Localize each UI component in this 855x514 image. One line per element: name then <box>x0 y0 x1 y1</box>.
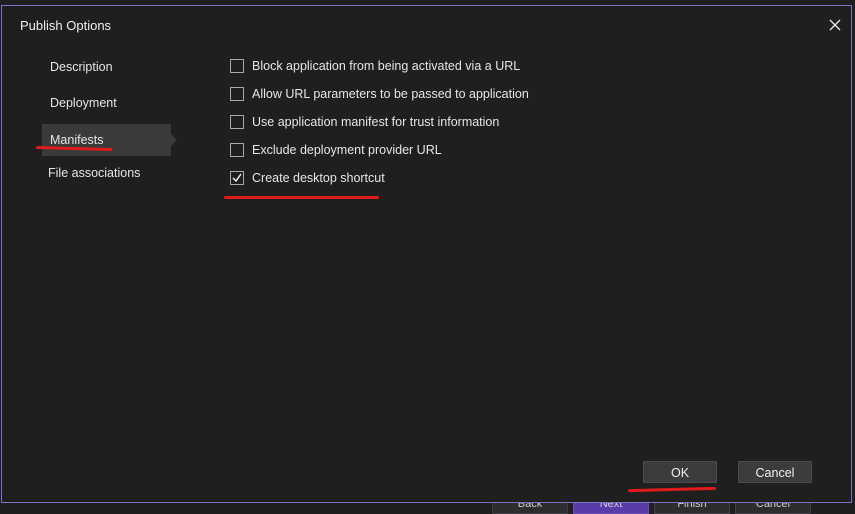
nav-item-file-associations[interactable]: File associations <box>40 157 169 189</box>
publish-options-dialog: Publish Options Description Deployment M… <box>1 5 852 503</box>
checkmark-icon <box>232 173 242 183</box>
nav-item-label: File associations <box>48 166 141 180</box>
option-use-application-manifest[interactable]: Use application manifest for trust infor… <box>230 113 499 131</box>
option-create-desktop-shortcut[interactable]: Create desktop shortcut <box>230 169 385 187</box>
checkbox[interactable] <box>230 171 244 185</box>
option-label: Allow URL parameters to be passed to app… <box>252 87 529 101</box>
checkbox[interactable] <box>230 59 244 73</box>
option-exclude-deployment-provider-url[interactable]: Exclude deployment provider URL <box>230 141 442 159</box>
option-label: Exclude deployment provider URL <box>252 143 442 157</box>
checkbox[interactable] <box>230 87 244 101</box>
annotation-underline-ok <box>627 486 717 493</box>
close-icon <box>829 19 841 31</box>
nav-item-label: Description <box>50 60 113 74</box>
annotation-underline-desktop-shortcut <box>224 196 379 199</box>
nav-item-label: Manifests <box>50 133 104 147</box>
close-button[interactable] <box>825 15 845 35</box>
option-allow-url-parameters[interactable]: Allow URL parameters to be passed to app… <box>230 85 529 103</box>
cancel-button[interactable]: Cancel <box>738 461 812 483</box>
ok-button[interactable]: OK <box>643 461 717 483</box>
checkbox[interactable] <box>230 115 244 129</box>
option-block-url-activation[interactable]: Block application from being activated v… <box>230 57 520 75</box>
option-label: Block application from being activated v… <box>252 59 521 73</box>
option-label: Use application manifest for trust infor… <box>252 115 500 129</box>
dialog-title: Publish Options <box>20 18 112 33</box>
checkbox[interactable] <box>230 143 244 157</box>
nav-item-deployment[interactable]: Deployment <box>42 87 171 119</box>
nav-item-manifests[interactable]: Manifests <box>42 124 177 156</box>
option-label: Create desktop shortcut <box>252 171 385 185</box>
nav-item-description[interactable]: Description <box>42 51 171 83</box>
nav-item-label: Deployment <box>50 96 117 110</box>
